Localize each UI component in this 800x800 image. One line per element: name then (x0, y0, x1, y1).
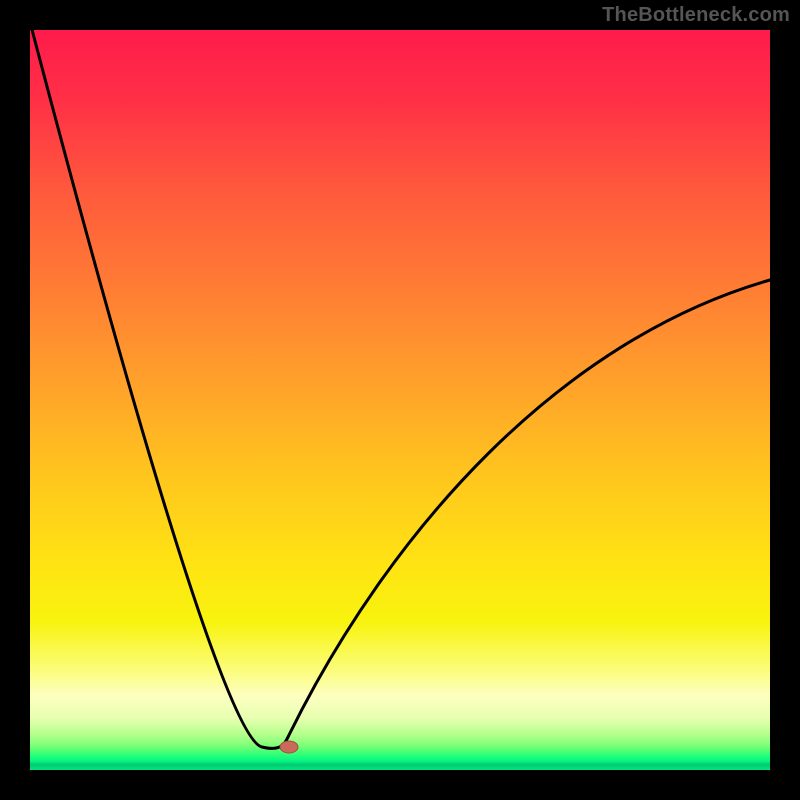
plot-area (30, 30, 770, 770)
chart-svg (0, 0, 800, 800)
optimal-point-marker (280, 741, 298, 753)
chart-frame: TheBottleneck.com (0, 0, 800, 800)
watermark-text: TheBottleneck.com (602, 4, 790, 27)
